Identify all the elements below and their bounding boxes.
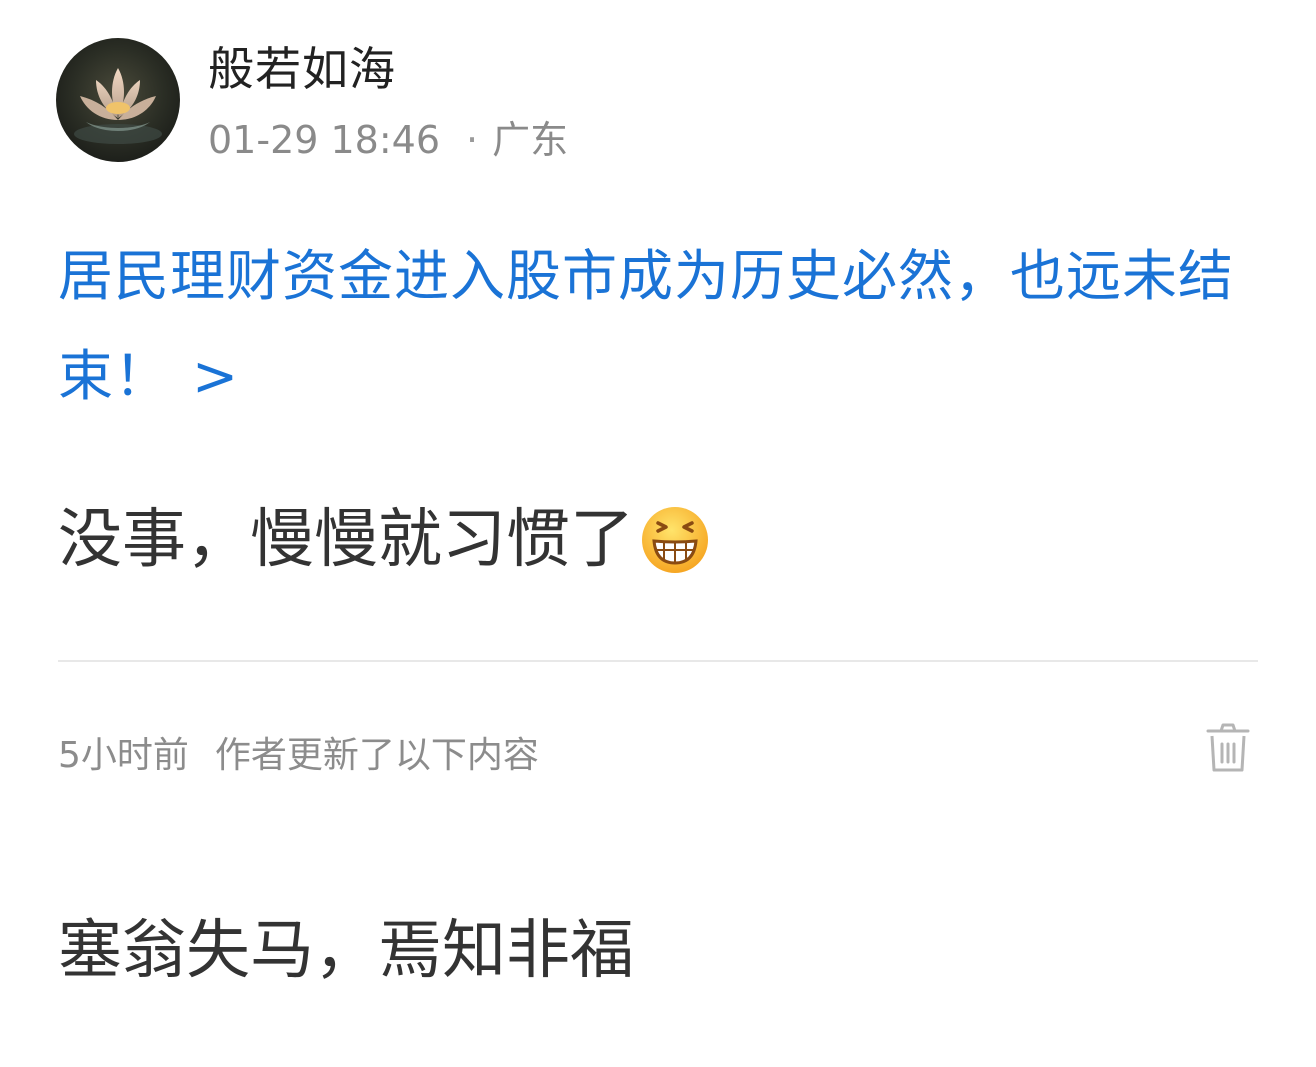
post-location: 广东: [492, 118, 569, 162]
update-label: 作者更新了以下内容: [214, 735, 539, 776]
avatar[interactable]: [56, 38, 180, 162]
update-time: 5小时前: [58, 735, 189, 776]
author-name[interactable]: 般若如海: [208, 40, 568, 98]
post-page: 般若如海 01-29 18:46 · 广东 居民理财资金进入股市成为历史必然，也…: [0, 0, 1316, 1067]
grinning-face-emoji-icon: [640, 505, 710, 575]
post-subline: 01-29 18:46 · 广东: [208, 118, 568, 162]
trash-icon[interactable]: [1206, 722, 1250, 774]
post-meta: 般若如海 01-29 18:46 · 广东: [208, 40, 568, 162]
post-body: 没事，慢慢就习惯了: [58, 498, 710, 582]
chevron-right-icon: >: [192, 344, 240, 408]
update-header: 5小时前 作者更新了以下内容: [58, 722, 1258, 782]
post-date: 01-29 18:46: [208, 118, 441, 162]
meta-separator: ·: [466, 118, 479, 162]
update-body: 塞翁失马，焉知非福: [58, 914, 634, 988]
section-divider: [58, 660, 1258, 662]
linked-article[interactable]: 居民理财资金进入股市成为历史必然，也远未结束！ >: [58, 226, 1268, 426]
post-body-text: 没事，慢慢就习惯了: [58, 503, 634, 577]
lotus-avatar-icon: [56, 38, 180, 162]
post-header: 般若如海 01-29 18:46 · 广东: [56, 38, 568, 162]
